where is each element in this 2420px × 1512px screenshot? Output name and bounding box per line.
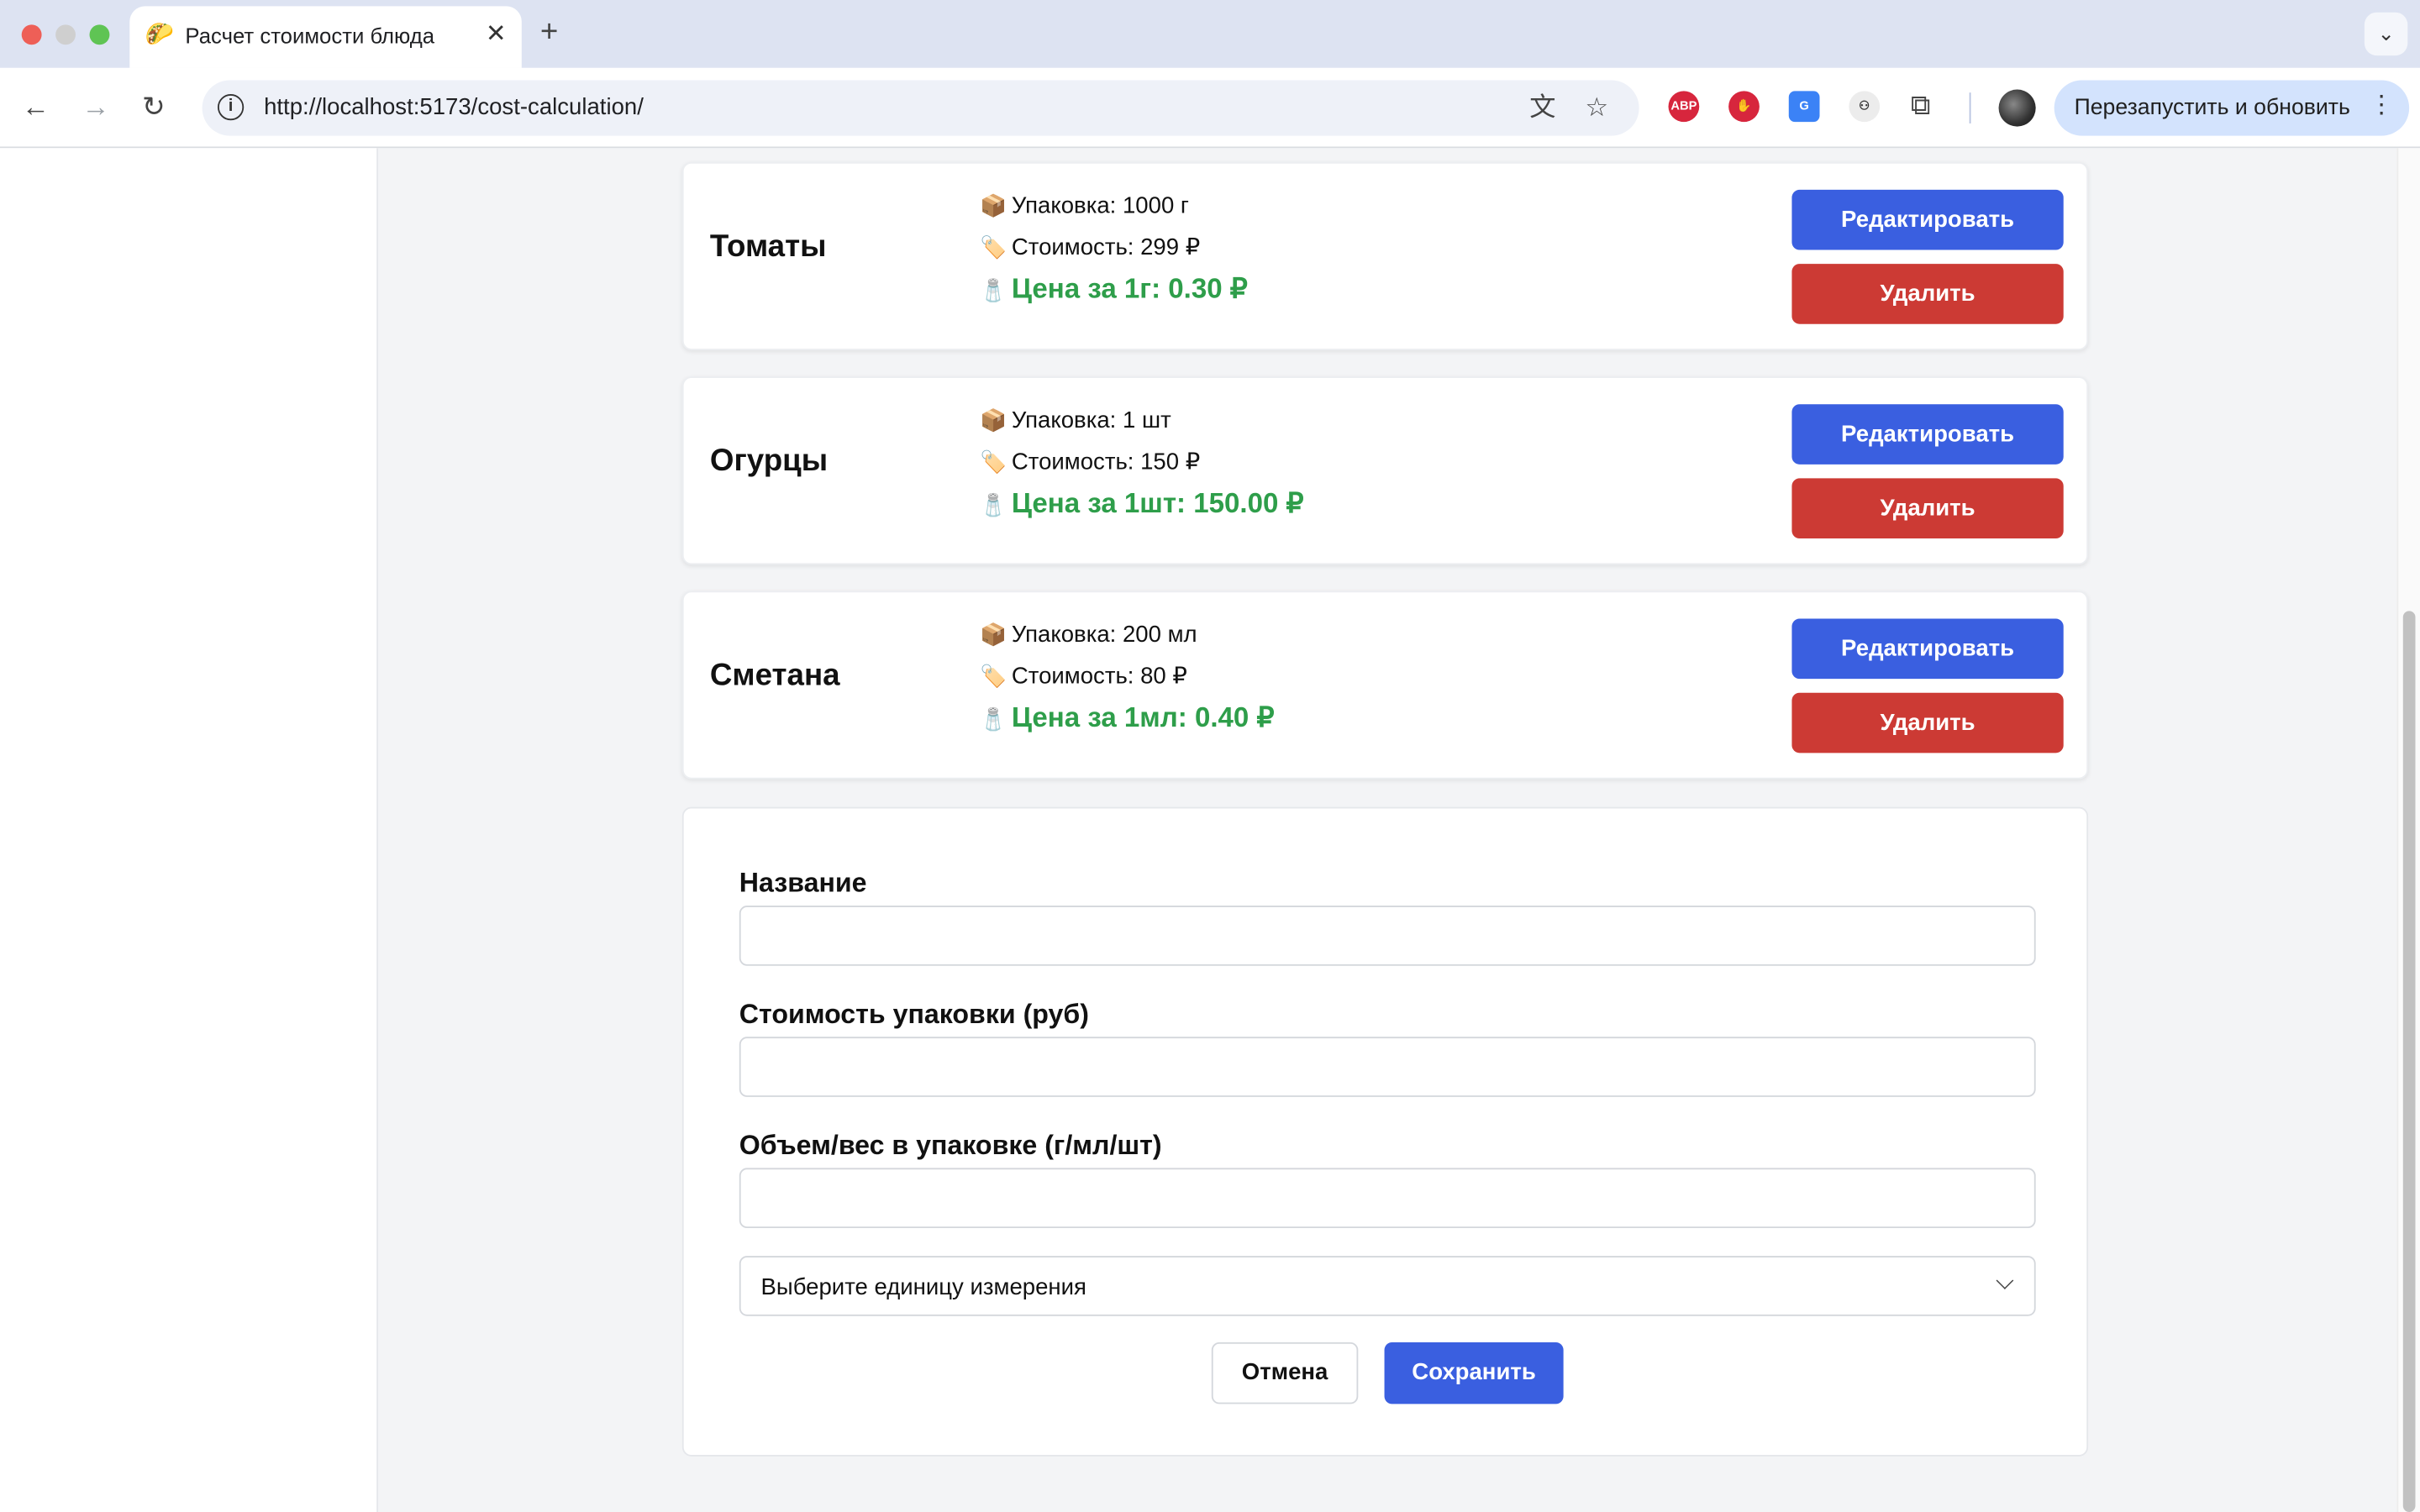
edit-button[interactable]: Редактировать [1791, 404, 2064, 465]
unit-select-value: Выберите единицу измерения [760, 1274, 1086, 1301]
relaunch-label: Перезапустить и обновить [2074, 95, 2350, 121]
product-name: Томаты [709, 229, 827, 265]
name-input[interactable] [739, 906, 2036, 966]
google-translate-extension-icon[interactable]: G [1788, 91, 1820, 123]
profile-avatar[interactable] [1998, 89, 2036, 127]
package-icon: 📦 [980, 407, 1007, 433]
tab-title: Расчет стоимости блюда [185, 23, 435, 48]
forward-arrow-icon[interactable]: → [82, 90, 109, 123]
browser-toolbar: ← → ↻ i http://localhost:5173/cost-calcu… [0, 67, 2420, 149]
chevron-down-icon [1996, 1272, 2014, 1289]
product-form: Название Стоимость упаковки (руб) Объем/… [681, 806, 2089, 1457]
edit-button[interactable]: Редактировать [1791, 618, 2064, 680]
unit-price-text: Цена за 1шт: 150.00 ₽ [1011, 487, 1304, 519]
tab-close-icon[interactable]: ✕ [486, 20, 507, 51]
price-tag-icon: 🏷️ [980, 449, 1007, 474]
cost-text: Стоимость: 299 ₽ [1011, 234, 1201, 261]
package-line: 📦 Упаковка: 1 шт [980, 407, 1171, 433]
salt-shaker-icon: 🧂 [980, 491, 1007, 517]
address-bar[interactable]: i http://localhost:5173/cost-calculation… [202, 80, 1639, 136]
site-info-icon[interactable]: i [217, 94, 245, 121]
tab-search-chevron-icon[interactable]: ⌄ [2364, 12, 2408, 56]
product-card: Томаты 📦 Упаковка: 1000 г 🏷️ Стоимость: 29… [681, 161, 2089, 350]
delete-button[interactable]: Удалить [1791, 478, 2064, 539]
product-name: Сметана [709, 659, 840, 693]
package-text: Упаковка: 1 шт [1011, 407, 1171, 434]
scrollbar-thumb[interactable] [2402, 611, 2416, 1512]
package-icon: 📦 [980, 622, 1007, 647]
adblocker-hand-extension-icon[interactable]: ✋ [1728, 91, 1760, 123]
browser-tab-bar: 🌮 Расчет стоимости блюда ✕ + ⌄ [0, 0, 2420, 68]
package-line: 📦 Упаковка: 200 мл [980, 622, 1197, 648]
unit-price-line: 🧂 Цена за 1мл: 0.40 ₽ [980, 702, 1274, 735]
price-tag-icon: 🏷️ [980, 663, 1007, 689]
salt-shaker-icon: 🧂 [980, 277, 1007, 302]
translate-icon[interactable]: 文 [1529, 92, 1555, 123]
unit-select[interactable]: Выберите единицу измерения [739, 1256, 2036, 1316]
url-text[interactable]: http://localhost:5173/cost-calculation/ [264, 94, 644, 120]
new-tab-plus-icon[interactable]: + [540, 15, 558, 49]
cost-line: 🏷️ Стоимость: 299 ₽ [980, 233, 1200, 260]
unit-price-text: Цена за 1г: 0.30 ₽ [1011, 273, 1248, 304]
window-close-button[interactable] [21, 24, 42, 45]
reload-icon[interactable]: ↻ [142, 90, 166, 123]
page-scrollbar[interactable] [2396, 148, 2420, 1512]
product-name: Огурцы [709, 444, 829, 479]
package-volume-label: Объем/вес в упаковке (г/мл/шт) [739, 1129, 1162, 1161]
package-cost-input[interactable] [739, 1037, 2036, 1097]
browser-tab-active[interactable]: 🌮 Расчет стоимости блюда ✕ [129, 6, 522, 68]
adblock-plus-extension-icon[interactable]: ABP [1668, 91, 1700, 123]
cost-line: 🏷️ Стоимость: 80 ₽ [980, 662, 1187, 690]
product-card: Сметана 📦 Упаковка: 200 мл 🏷️ Стоимость: 8… [681, 591, 2089, 780]
name-label: Название [739, 867, 867, 898]
cost-text: Стоимость: 80 ₽ [1011, 663, 1187, 690]
unit-price-line: 🧂 Цена за 1шт: 150.00 ₽ [980, 487, 1303, 520]
price-tag-icon: 🏷️ [980, 234, 1007, 260]
window-minimize-button[interactable] [55, 24, 76, 45]
package-icon: 📦 [980, 192, 1007, 218]
cancel-button[interactable]: Отмена [1211, 1341, 1359, 1404]
delete-button[interactable]: Удалить [1791, 264, 2064, 324]
edit-button[interactable]: Редактировать [1791, 189, 2064, 250]
save-button[interactable]: Сохранить [1384, 1341, 1564, 1404]
more-menu-kebab-icon[interactable]: ⋮ [2369, 91, 2393, 122]
cookie-extension-icon[interactable]: ⚇ [1849, 91, 1881, 123]
package-line: 📦 Упаковка: 1000 г [980, 193, 1189, 219]
product-card: Огурцы 📦 Упаковка: 1 шт 🏷️ Стоимость: 150 … [681, 376, 2089, 565]
window-zoom-button[interactable] [89, 24, 110, 45]
toolbar-divider [1969, 92, 1971, 123]
delete-button[interactable]: Удалить [1791, 692, 2064, 753]
extensions-puzzle-icon[interactable]: ⧉ [1911, 88, 1931, 122]
back-arrow-icon[interactable]: ← [22, 90, 50, 123]
unit-price-line: 🧂 Цена за 1г: 0.30 ₽ [980, 273, 1248, 306]
sidebar [0, 148, 378, 1512]
unit-price-text: Цена за 1мл: 0.40 ₽ [1011, 701, 1275, 733]
package-volume-input[interactable] [739, 1168, 2036, 1229]
cost-text: Стоимость: 150 ₽ [1011, 449, 1201, 475]
page-content: Томаты 📦 Упаковка: 1000 г 🏷️ Стоимость: 29… [0, 148, 2420, 1512]
package-text: Упаковка: 1000 г [1011, 192, 1190, 219]
taco-favicon-icon: 🌮 [145, 21, 174, 48]
bookmark-star-icon[interactable]: ☆ [1585, 92, 1608, 123]
salt-shaker-icon: 🧂 [980, 706, 1007, 732]
cost-line: 🏷️ Стоимость: 150 ₽ [980, 448, 1200, 475]
relaunch-update-button[interactable]: Перезапустить и обновить ⋮ [2054, 80, 2410, 136]
package-text: Упаковка: 200 мл [1011, 622, 1197, 648]
package-cost-label: Стоимость упаковки (руб) [739, 998, 1089, 1030]
